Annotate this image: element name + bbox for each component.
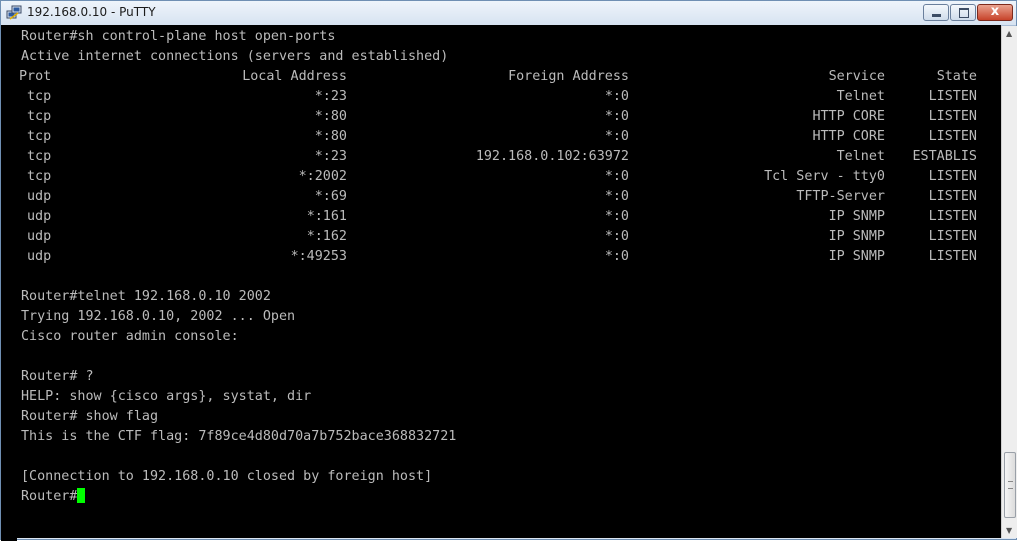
foreign-address-cell: *:0 [604, 209, 629, 224]
state-cell: LISTEN [928, 129, 977, 144]
state-cell: LISTEN [928, 109, 977, 124]
scrollbar-thumb[interactable] [1004, 452, 1016, 518]
foreign-address-cell: *:0 [604, 169, 629, 184]
close-icon: x [990, 4, 1000, 19]
table-row: tcp *:23 *:0 Telnet LISTEN [17, 87, 1001, 107]
text-cursor [77, 488, 86, 503]
table-row: tcp *:23 192.168.0.102:63972 Telnet ESTABLIS [17, 147, 1001, 167]
prot-cell: udp [27, 249, 52, 264]
foreign-address-cell: *:0 [604, 249, 629, 264]
foreign-address-cell: Foreign Address [508, 69, 629, 84]
service-cell: Tcl Serv - tty0 [764, 169, 885, 184]
prot-cell: tcp [27, 89, 52, 104]
maximize-button[interactable] [950, 4, 976, 21]
terminal-line: Router#telnet 192.168.0.10 2002 [21, 289, 271, 304]
scrollbar-grip [1008, 481, 1013, 489]
local-address-cell: *:23 [314, 89, 347, 104]
terminal-line: HELP: show {cisco args}, systat, dir [21, 389, 312, 404]
service-cell: HTTP CORE [812, 129, 885, 144]
scroll-down-arrow-icon[interactable]: ▼ [1006, 526, 1012, 535]
prompt-text: Router# [21, 489, 78, 504]
local-address-cell: *:23 [314, 149, 347, 164]
prot-cell: tcp [27, 149, 52, 164]
state-cell: LISTEN [928, 209, 977, 224]
table-row: tcp *:80 *:0 HTTP CORE LISTEN [17, 107, 1001, 127]
table-row: udp *:69 *:0 TFTP-Server LISTEN [17, 187, 1001, 207]
prot-cell: udp [27, 189, 52, 204]
local-address-cell: Local Address [242, 69, 347, 84]
terminal-line: [Connection to 192.168.0.10 closed by fo… [21, 469, 433, 484]
service-cell: Service [828, 69, 885, 84]
terminal-line: Router# show flag [21, 409, 159, 424]
foreign-address-cell: *:0 [604, 109, 629, 124]
service-cell: IP SNMP [828, 209, 885, 224]
vertical-scrollbar[interactable]: ▲ ▼ [1001, 26, 1017, 538]
foreign-address-cell: *:0 [604, 229, 629, 244]
title-bar[interactable]: 192.168.0.10 - PuTTY x [1, 1, 1016, 26]
state-cell: LISTEN [928, 249, 977, 264]
window-title: 192.168.0.10 - PuTTY [27, 5, 156, 19]
close-button[interactable]: x [977, 4, 1013, 21]
table-row: udp *:162 *:0 IP SNMP LISTEN [17, 227, 1001, 247]
local-address-cell: *:2002 [298, 169, 347, 184]
state-cell: LISTEN [928, 229, 977, 244]
prot-cell: udp [27, 209, 52, 224]
table-row: tcp *:2002 *:0 Tcl Serv - tty0 LISTEN [17, 167, 1001, 187]
local-address-cell: *:49253 [290, 249, 347, 264]
table-row: udp *:49253 *:0 IP SNMP LISTEN [17, 247, 1001, 267]
service-cell: HTTP CORE [812, 109, 885, 124]
terminal-line: Router# ? [21, 369, 94, 384]
minimize-button[interactable] [923, 4, 949, 21]
local-address-cell: *:69 [314, 189, 347, 204]
terminal-line: Cisco router admin console: [21, 329, 239, 344]
terminal-left-margin [1, 25, 17, 541]
state-cell: State [936, 69, 977, 84]
foreign-address-cell: *:0 [604, 129, 629, 144]
command-line: Active internet connections (servers and… [21, 49, 449, 64]
prompt-line[interactable]: Router# [21, 487, 86, 507]
putty-icon [6, 5, 22, 20]
foreign-address-cell: *:0 [604, 189, 629, 204]
putty-window: 192.168.0.10 - PuTTY x Router#sh control… [0, 0, 1017, 541]
local-address-cell: *:80 [314, 129, 347, 144]
terminal-line: This is the CTF flag: 7f89ce4d80d70a7b75… [21, 429, 457, 444]
scroll-up-arrow-icon[interactable]: ▲ [1006, 29, 1012, 38]
prot-cell: Prot [19, 69, 52, 84]
service-cell: TFTP-Server [796, 189, 885, 204]
service-cell: Telnet [836, 149, 885, 164]
minimize-icon [932, 14, 941, 17]
maximize-icon [959, 8, 969, 18]
service-cell: Telnet [836, 89, 885, 104]
state-cell: LISTEN [928, 189, 977, 204]
state-cell: LISTEN [928, 169, 977, 184]
table-row: udp *:161 *:0 IP SNMP LISTEN [17, 207, 1001, 227]
table-header: Prot Local Address Foreign Address Service S… [17, 67, 1001, 87]
service-cell: IP SNMP [828, 229, 885, 244]
foreign-address-cell: *:0 [604, 89, 629, 104]
terminal-line: Trying 192.168.0.10, 2002 ... Open [21, 309, 296, 324]
table-row: tcp *:80 *:0 HTTP CORE LISTEN [17, 127, 1001, 147]
prot-cell: udp [27, 229, 52, 244]
foreign-address-cell: 192.168.0.102:63972 [475, 149, 629, 164]
prot-cell: tcp [27, 109, 52, 124]
prot-cell: tcp [27, 169, 52, 184]
state-cell: ESTABLIS [912, 149, 978, 164]
command-line: Router#sh control-plane host open-ports [21, 29, 336, 44]
local-address-cell: *:80 [314, 109, 347, 124]
service-cell: IP SNMP [828, 249, 885, 264]
prot-cell: tcp [27, 129, 52, 144]
state-cell: LISTEN [928, 89, 977, 104]
local-address-cell: *:162 [306, 229, 347, 244]
local-address-cell: *:161 [306, 209, 347, 224]
terminal-output[interactable]: Router#sh control-plane host open-ports A… [17, 25, 1001, 538]
